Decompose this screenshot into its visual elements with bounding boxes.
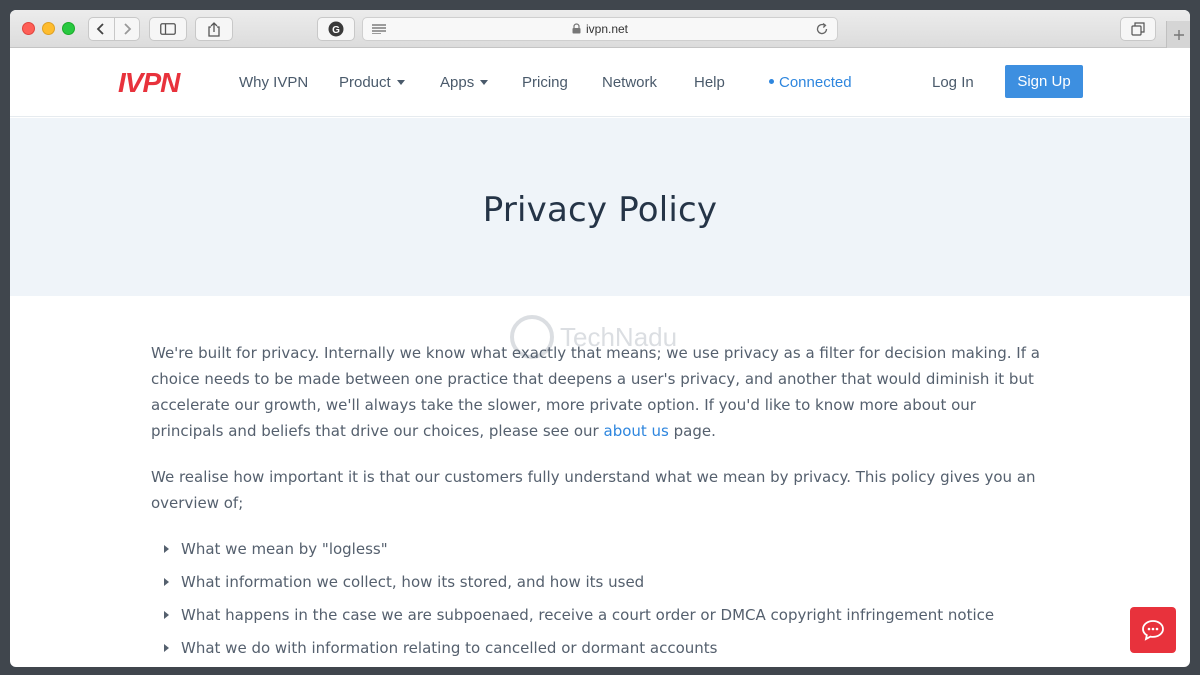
nav-product-label: Product [339, 74, 391, 91]
nav-why-ivpn[interactable]: Why IVPN [239, 74, 308, 91]
zoom-window-button[interactable] [62, 22, 75, 35]
about-us-link[interactable]: about us [604, 422, 669, 440]
caret-down-icon [480, 80, 489, 85]
list-item: What we mean by "logless" [151, 536, 1051, 569]
sidebar-button[interactable] [149, 17, 187, 41]
svg-text:G: G [332, 25, 340, 36]
list-item: What information we collect, how its sto… [151, 569, 1051, 602]
share-icon [208, 21, 220, 37]
page-title: Privacy Policy [482, 190, 718, 230]
browser-window: G ivpn.net IVPN Why IVPN Product Apps Pr… [10, 10, 1190, 667]
list-item-text: What we do with information relating to … [181, 639, 718, 657]
tab-overview-button[interactable] [1120, 17, 1156, 41]
browser-toolbar: G ivpn.net [10, 10, 1190, 48]
list-item-text: What information we collect, how its sto… [181, 573, 645, 591]
close-window-button[interactable] [22, 22, 35, 35]
chat-button[interactable] [1130, 607, 1176, 653]
grammarly-icon: G [328, 21, 344, 37]
nav-apps-label: Apps [440, 74, 475, 91]
chevron-right-icon [124, 23, 132, 35]
signup-button[interactable]: Sign Up [1005, 65, 1083, 98]
policy-content: We're built for privacy. Internally we k… [151, 340, 1051, 667]
share-button[interactable] [195, 17, 233, 41]
connection-status[interactable]: Connected [769, 74, 852, 91]
chevron-left-icon [97, 23, 105, 35]
new-tab-button[interactable] [1166, 21, 1190, 48]
list-item: What we do with information relating to … [151, 635, 1051, 667]
minimize-window-button[interactable] [42, 22, 55, 35]
intro-paragraph: We're built for privacy. Internally we k… [151, 340, 1051, 444]
list-item: What happens in the case we are subpoena… [151, 602, 1051, 635]
site-logo[interactable]: IVPN [118, 67, 180, 99]
intro-text-end: page. [668, 422, 716, 440]
intro-text: We're built for privacy. Internally we k… [151, 344, 1040, 440]
url-display: ivpn.net [363, 22, 837, 36]
connection-status-label: Connected [779, 74, 852, 91]
tabs-icon [1131, 22, 1145, 36]
chat-icon [1142, 620, 1164, 641]
reload-icon[interactable] [815, 22, 829, 36]
hero-banner: Privacy Policy [10, 118, 1190, 296]
url-text: ivpn.net [585, 22, 629, 36]
history-nav [88, 17, 140, 41]
plus-icon [1173, 29, 1184, 40]
list-item-text: What we mean by "logless" [181, 540, 388, 558]
nav-pricing[interactable]: Pricing [522, 74, 568, 91]
list-item-text: What happens in the case we are subpoena… [181, 606, 995, 624]
bullet-arrow-icon [164, 545, 169, 553]
nav-apps[interactable]: Apps [440, 74, 489, 91]
overview-list: What we mean by "logless" What informati… [151, 536, 1051, 667]
back-button[interactable] [89, 18, 114, 40]
nav-network[interactable]: Network [602, 74, 657, 91]
grammarly-extension-button[interactable]: G [317, 17, 355, 41]
nav-product[interactable]: Product [339, 74, 405, 91]
status-dot-icon [769, 79, 774, 84]
forward-button[interactable] [113, 18, 139, 40]
login-link[interactable]: Log In [932, 74, 974, 91]
bullet-arrow-icon [164, 578, 169, 586]
site-header: IVPN Why IVPN Product Apps Pricing Netwo… [10, 49, 1190, 117]
bullet-arrow-icon [164, 644, 169, 652]
address-bar[interactable]: ivpn.net [362, 17, 838, 41]
bullet-arrow-icon [164, 611, 169, 619]
overview-paragraph: We realise how important it is that our … [151, 468, 1036, 512]
lock-icon [572, 23, 581, 34]
nav-help[interactable]: Help [694, 74, 725, 91]
caret-down-icon [396, 80, 405, 85]
sidebar-icon [160, 23, 176, 35]
